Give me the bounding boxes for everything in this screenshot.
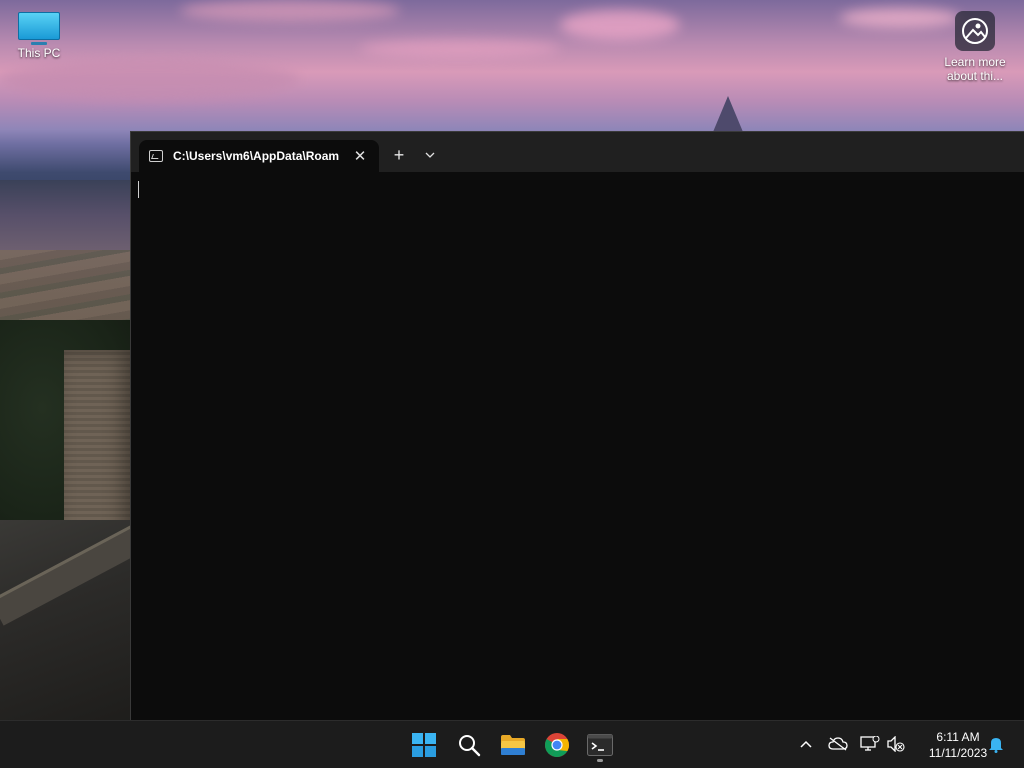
chevron-down-icon <box>425 152 435 158</box>
desktop-icon-label: This PC <box>17 46 61 60</box>
tab-dropdown-button[interactable] <box>419 144 441 166</box>
show-hidden-icons-button[interactable] <box>796 734 816 754</box>
windows-logo-icon <box>412 733 436 757</box>
onedrive-tray-button[interactable] <box>828 734 848 754</box>
new-tab-button[interactable]: + <box>387 144 411 166</box>
desktop-icon-label: Learn more about thi... <box>939 55 1011 83</box>
wallpaper-cloud <box>360 40 560 58</box>
wallpaper-cloud <box>0 60 300 100</box>
monitor-icon <box>18 12 60 45</box>
search-button[interactable] <box>451 727 487 763</box>
terminal-content[interactable] <box>131 172 1024 720</box>
chrome-button[interactable] <box>539 727 575 763</box>
terminal-titlebar[interactable]: C:\Users\vm6\AppData\Roam ✕ + <box>131 132 1024 172</box>
castle-spire <box>713 96 743 132</box>
volume-tray-button[interactable] <box>886 734 906 754</box>
volume-muted-icon <box>887 736 905 752</box>
close-tab-button[interactable]: ✕ <box>351 147 369 165</box>
start-button[interactable] <box>406 727 442 763</box>
terminal-button[interactable] <box>582 727 618 763</box>
cmd-icon <box>149 150 163 162</box>
text-cursor <box>138 181 139 198</box>
bell-icon <box>989 738 1003 753</box>
desktop-icon-label-line1: Learn more <box>944 55 1006 69</box>
taskbar: 6:11 AM 11/11/2023 <box>0 720 1024 768</box>
tab-title: C:\Users\vm6\AppData\Roam <box>173 149 340 163</box>
desktop-icon-label-line2: about thi... <box>946 69 1004 83</box>
network-icon <box>860 736 880 751</box>
learn-more-icon <box>955 11 995 51</box>
network-tray-button[interactable] <box>860 734 880 754</box>
search-icon <box>459 735 481 757</box>
desktop-icon-this-pc[interactable]: This PC <box>3 12 75 60</box>
terminal-icon <box>587 734 613 756</box>
chevron-up-icon <box>800 740 812 748</box>
terminal-window[interactable]: C:\Users\vm6\AppData\Roam ✕ + <box>130 131 1024 720</box>
desktop-icon-learn-more[interactable]: Learn more about thi... <box>939 11 1011 83</box>
file-explorer-button[interactable] <box>495 727 531 763</box>
notifications-button[interactable] <box>986 734 1006 754</box>
folder-icon <box>501 735 525 755</box>
cloud-off-icon <box>828 737 848 751</box>
wallpaper-cloud <box>180 0 400 22</box>
wallpaper-cloud <box>560 10 680 40</box>
terminal-tab[interactable]: C:\Users\vm6\AppData\Roam ✕ <box>139 140 379 172</box>
chrome-icon <box>545 733 569 758</box>
